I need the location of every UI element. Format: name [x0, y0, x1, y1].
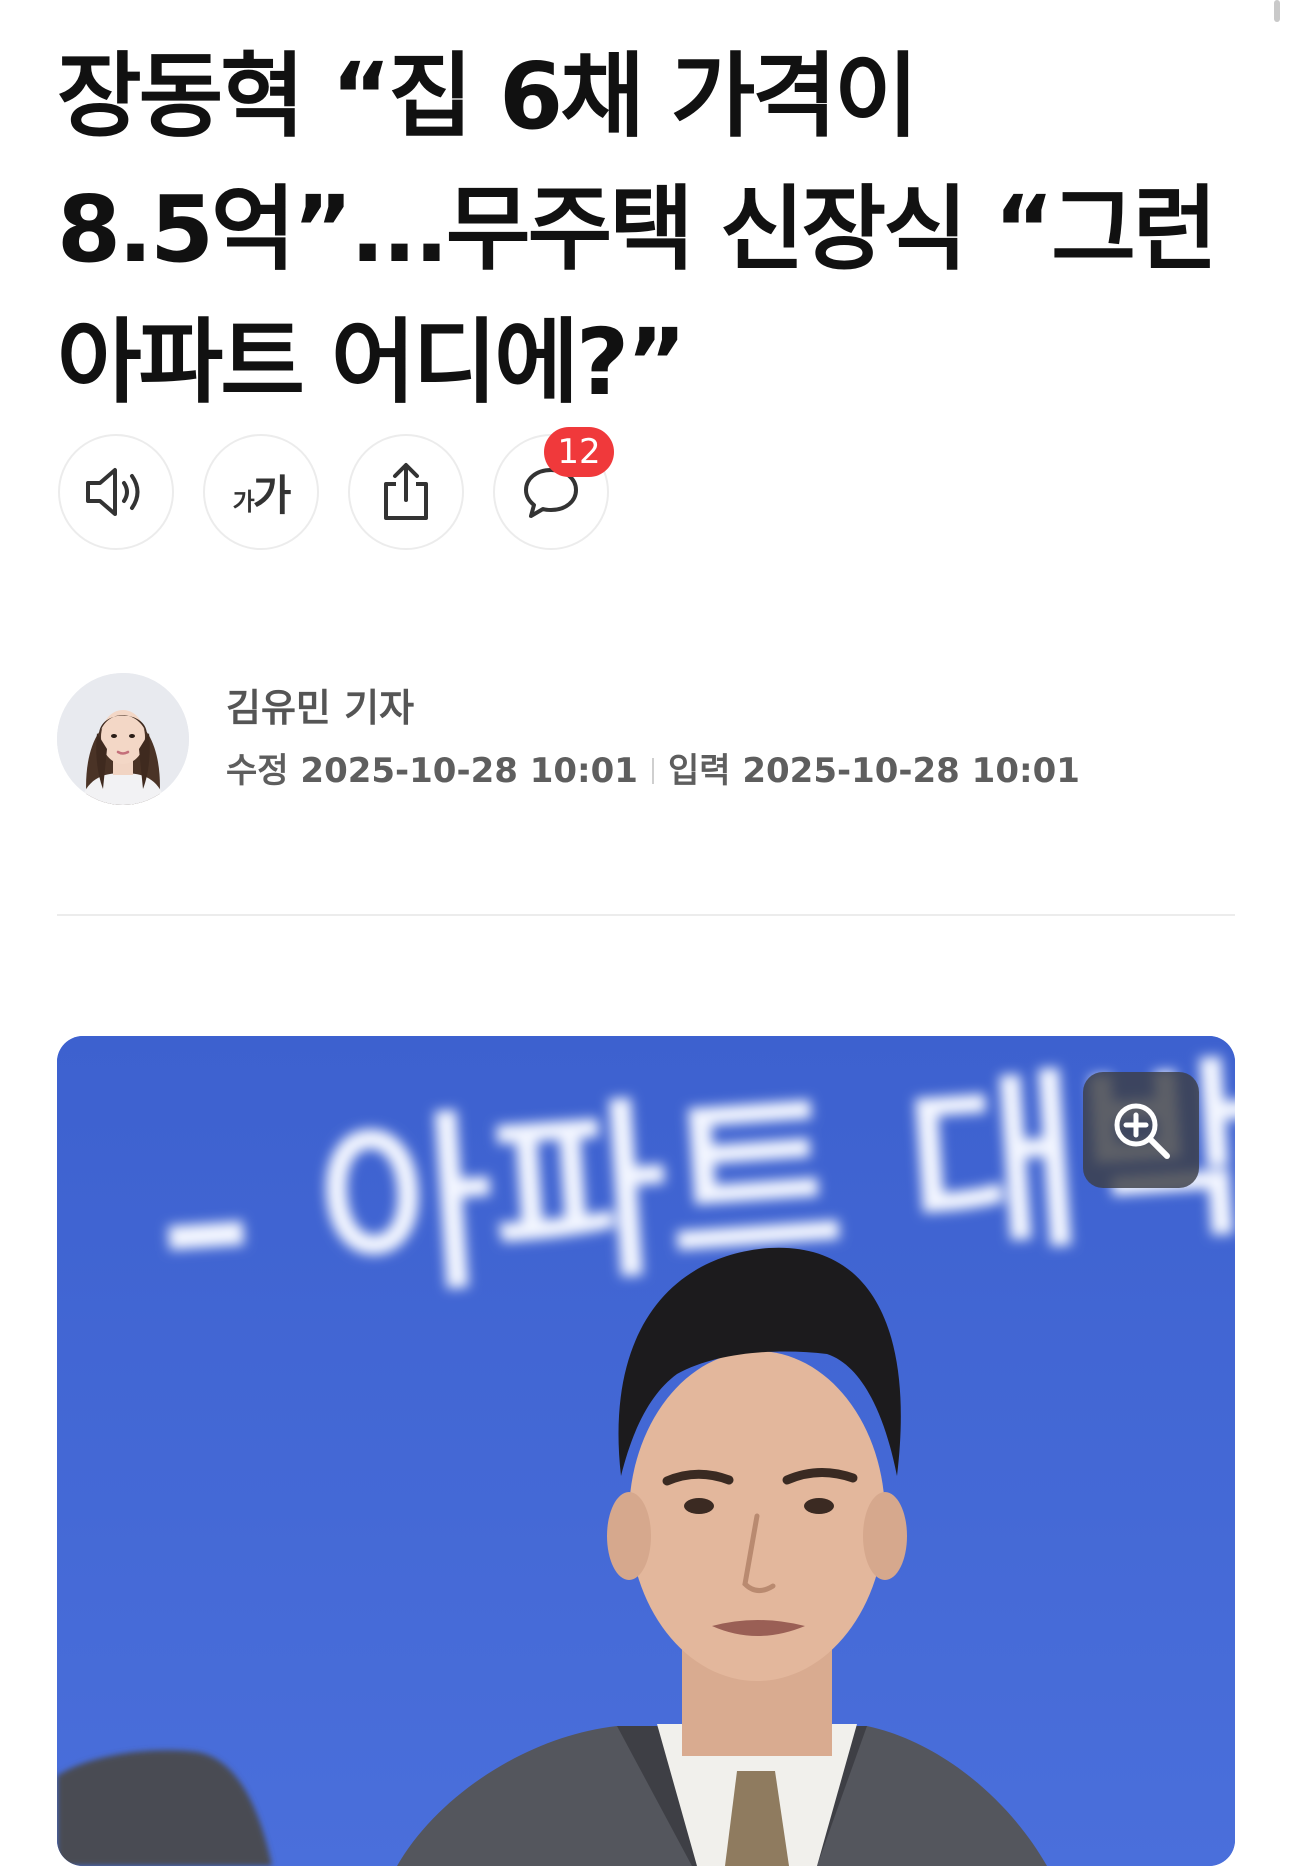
comment-count-badge: 12 — [544, 427, 614, 477]
speaker-icon — [86, 468, 140, 516]
zoom-button[interactable] — [1083, 1072, 1199, 1188]
article-dates: 수정 2025-10-28 10:01 입력 2025-10-28 10:01 — [226, 749, 1080, 793]
font-size-button[interactable]: 가가 — [203, 434, 319, 550]
author-name[interactable]: 김유민 기자 — [226, 685, 414, 731]
avatar[interactable] — [57, 673, 189, 805]
article-photo[interactable]: – 아파트 대박 — [57, 1036, 1235, 1866]
byline: 김유민 기자 수정 2025-10-28 10:01 입력 2025-10-28 … — [57, 673, 1237, 813]
article-image: – 아파트 대박 — [57, 1036, 1235, 1866]
article-headline: 장동혁 “집 6채 가격이 8.5억”...무주택 신장식 “그런 아파트 어디… — [57, 30, 1227, 429]
headline-line-1: 장동혁 “집 6채 가격이 — [57, 43, 919, 150]
listen-button[interactable] — [58, 434, 174, 550]
input-time: 2025-10-28 10:01 — [742, 751, 1080, 791]
modified-time: 2025-10-28 10:01 — [300, 751, 638, 791]
share-button[interactable] — [348, 434, 464, 550]
headline-line-2: 8.5억”...무주택 신장식 “그런 — [57, 176, 1218, 283]
divider — [57, 914, 1235, 916]
author-photo — [57, 673, 189, 805]
date-separator — [651, 758, 654, 784]
headline-line-3: 아파트 어디에?” — [57, 309, 687, 416]
scrollbar[interactable] — [1274, 0, 1280, 22]
input-label: 입력 — [667, 751, 731, 791]
zoom-in-icon — [1114, 1103, 1170, 1159]
font-size-icon: 가가 — [232, 470, 292, 520]
modified-label: 수정 — [226, 751, 289, 791]
share-icon — [384, 463, 428, 520]
